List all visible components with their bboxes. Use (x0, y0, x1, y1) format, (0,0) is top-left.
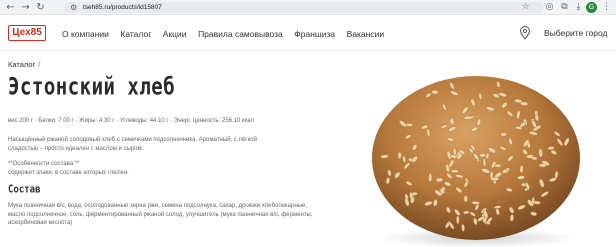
breadcrumb: Каталог / (8, 60, 40, 69)
sunflower-seed (526, 154, 534, 159)
product-title: Эстонский хлеб (8, 73, 176, 101)
url-text[interactable]: tseh85.ru/products/id15807 (83, 2, 162, 13)
browser-menu-icon[interactable]: ⋮ (601, 2, 612, 13)
extensions-puzzle-icon[interactable]: ⧉ (559, 2, 570, 13)
site-header: Цех85 О компании Каталог Акции Правила с… (0, 16, 616, 51)
product-image (372, 76, 580, 247)
sunflower-seed (450, 169, 459, 173)
bookmark-star-icon[interactable]: ☆ (520, 2, 531, 13)
product-nutrition: вес 200 г · Белки: 7.00 г · Жиры: 4.30 г… (8, 118, 255, 124)
main-menu: О компании Каталог Акции Правила самовыв… (62, 16, 396, 51)
sunflower-seed (397, 152, 402, 159)
sunflower-seed (431, 89, 439, 95)
sunflower-seed (538, 163, 547, 168)
product-features: **Особенности состава.** содержит злаки,… (8, 160, 258, 177)
forward-arrow-icon[interactable]: → (20, 2, 31, 13)
menu-item-catalog[interactable]: Каталог (120, 29, 151, 39)
sunflower-seed (500, 132, 507, 137)
sunflower-seed (463, 195, 468, 203)
menu-item-promotions[interactable]: Акции (163, 29, 187, 39)
extension-icon[interactable]: ◎ (544, 2, 555, 13)
breadcrumb-separator: / (38, 60, 41, 69)
composition-title: Состав (8, 184, 41, 196)
menu-item-vacancies[interactable]: Вакансии (347, 29, 384, 39)
back-arrow-icon[interactable]: ← (5, 2, 16, 13)
sunflower-seed (479, 153, 487, 158)
features-text: содержит злаки, в составе которых глютен… (8, 169, 129, 176)
sunflower-seed (428, 173, 433, 182)
breadcrumb-catalog-link[interactable]: Каталог (8, 60, 35, 69)
site-info-icon[interactable]: ⚙ (70, 2, 77, 13)
menu-item-franchise[interactable]: Франшиза (294, 29, 335, 39)
menu-item-pickup-rules[interactable]: Правила самовывоза (198, 29, 283, 39)
profile-avatar[interactable]: G (586, 2, 597, 13)
reload-icon[interactable]: ↻ (35, 2, 46, 13)
product-description: Насыщенный ржаной солодовый хлеб с семеч… (8, 137, 257, 152)
site-logo[interactable]: Цех85 (8, 25, 46, 41)
address-bar[interactable]: ⚙ tseh85.ru/products/id15807 (64, 2, 544, 13)
sunflower-seed (490, 176, 500, 181)
sunflower-seed (456, 215, 460, 225)
menu-item-about[interactable]: О компании (62, 29, 109, 39)
composition-text: Мука пшеничная в/с, вода, осолодованные … (8, 203, 313, 226)
features-heading: **Особенности состава.** (8, 161, 80, 167)
browser-toolbar: ← → ↻ ⚙ tseh85.ru/products/id15807 ☆ ◎ ⧉… (0, 0, 616, 15)
downloads-icon[interactable]: ⤓ (573, 2, 584, 13)
city-selector[interactable]: Выберите город (544, 16, 608, 51)
map-pin-icon[interactable] (519, 26, 531, 40)
